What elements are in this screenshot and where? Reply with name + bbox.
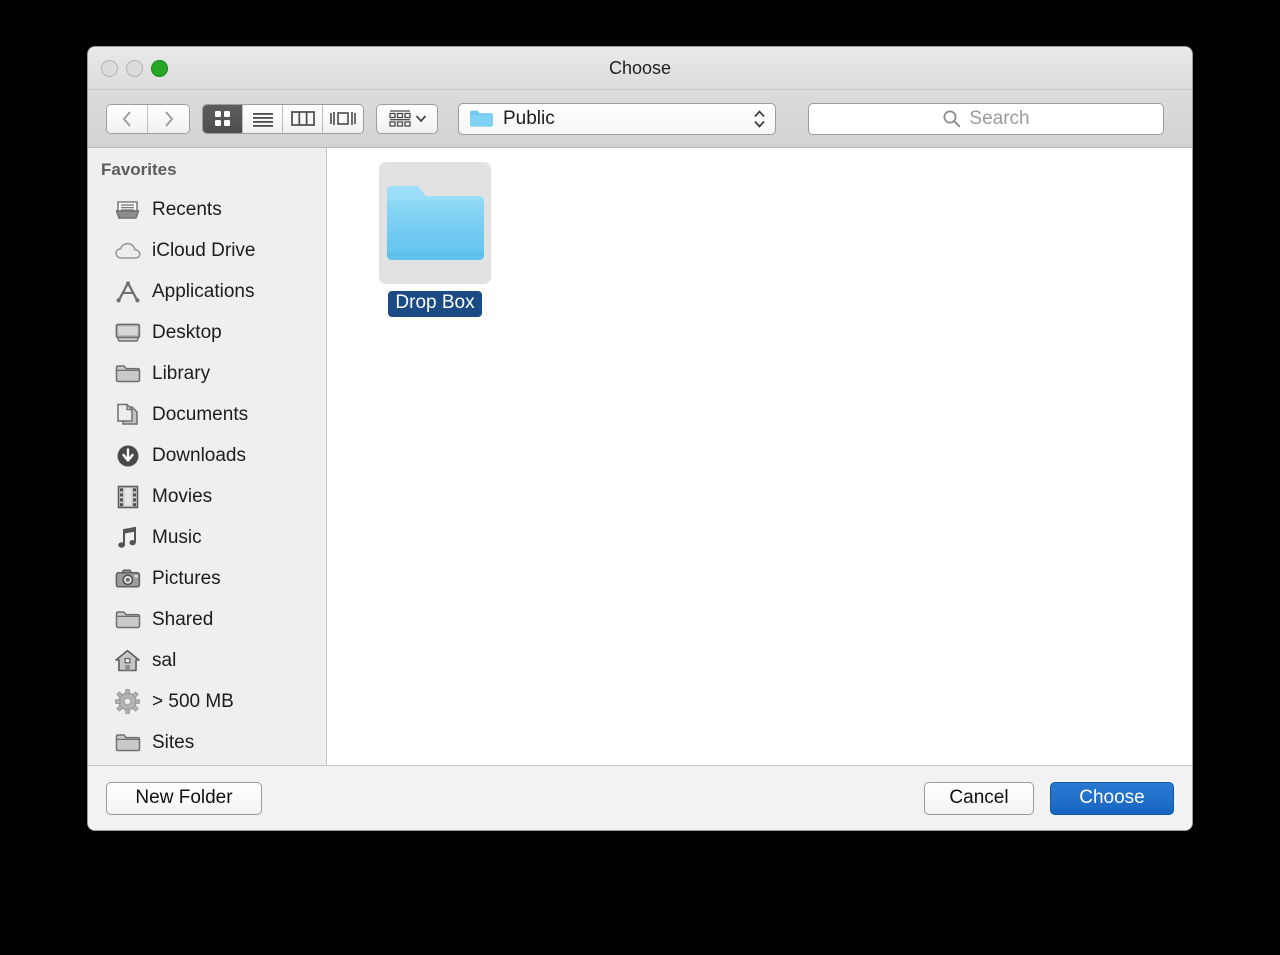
applications-icon bbox=[114, 279, 141, 304]
list-view-button[interactable] bbox=[243, 104, 283, 133]
sidebar-item-label: Movies bbox=[152, 485, 213, 507]
sidebar-item-label: Music bbox=[152, 526, 202, 548]
sidebar-item-label: Documents bbox=[152, 403, 249, 425]
new-folder-button[interactable]: New Folder bbox=[106, 781, 262, 815]
sidebar-item-label: Library bbox=[152, 362, 211, 384]
sidebar-item-icloud-drive[interactable]: iCloud Drive bbox=[88, 230, 326, 271]
file-item-label: Drop Box bbox=[388, 291, 482, 317]
sidebar-item-music[interactable]: Music bbox=[88, 517, 326, 558]
sidebar-item-label: iCloud Drive bbox=[152, 239, 256, 261]
chevron-down-icon bbox=[415, 115, 426, 123]
sidebar-item-500mb[interactable]: > 500 MB bbox=[88, 681, 326, 722]
coverflow-view-button[interactable] bbox=[323, 104, 363, 133]
path-popup-button[interactable]: Public bbox=[458, 102, 776, 135]
search-placeholder: Search bbox=[969, 107, 1030, 129]
cloud-icon bbox=[114, 238, 141, 263]
sidebar-item-recents[interactable]: Recents bbox=[88, 189, 326, 230]
sidebar-item-label: Applications bbox=[152, 280, 255, 302]
choose-button[interactable]: Choose bbox=[1050, 781, 1174, 815]
arrange-button[interactable] bbox=[376, 103, 438, 134]
forward-button[interactable] bbox=[148, 104, 189, 133]
sidebar-item-shared[interactable]: Shared bbox=[88, 599, 326, 640]
sidebar-item-label: Sites bbox=[152, 731, 195, 753]
blue-folder-icon bbox=[470, 110, 493, 127]
blue-folder-icon bbox=[386, 186, 484, 260]
window-title: Choose bbox=[608, 58, 672, 78]
sidebar-section-header: Favorites bbox=[101, 160, 177, 179]
sidebar-item-label: > 500 MB bbox=[152, 690, 234, 712]
music-note-icon bbox=[114, 525, 141, 550]
sidebar-item-documents[interactable]: Documents bbox=[88, 394, 326, 435]
titlebar: Choose bbox=[88, 47, 1192, 90]
back-button[interactable] bbox=[107, 104, 148, 133]
sidebar-item-downloads[interactable]: Downloads bbox=[88, 435, 326, 476]
path-popup-label: Public bbox=[503, 107, 555, 129]
recents-tray-icon bbox=[114, 197, 141, 222]
folder-icon bbox=[114, 730, 141, 755]
sidebar: Favorites Recents iCloud Drive Applicati… bbox=[88, 148, 327, 765]
download-circle-icon bbox=[114, 443, 141, 468]
path-stepper-icon bbox=[753, 109, 766, 128]
sidebar-item-applications[interactable]: Applications bbox=[88, 271, 326, 312]
sidebar-item-label: Downloads bbox=[152, 444, 246, 466]
sidebar-item-sites[interactable]: Sites bbox=[88, 722, 326, 763]
sidebar-item-pictures[interactable]: Pictures bbox=[88, 558, 326, 599]
sidebar-item-movies[interactable]: Movies bbox=[88, 476, 326, 517]
gear-icon bbox=[114, 689, 141, 714]
column-view-button[interactable] bbox=[283, 104, 323, 133]
file-item-drop-box[interactable]: Drop Box bbox=[376, 162, 494, 317]
sidebar-item-desktop[interactable]: Desktop bbox=[88, 312, 326, 353]
icon-view-button[interactable] bbox=[203, 104, 243, 133]
sidebar-item-label: Shared bbox=[152, 608, 214, 630]
folder-icon bbox=[114, 607, 141, 632]
file-browser-area[interactable]: Drop Box bbox=[327, 148, 1192, 765]
footer-action-buttons: Cancel Choose bbox=[924, 781, 1174, 815]
film-strip-icon bbox=[114, 484, 141, 509]
sidebar-item-label: Pictures bbox=[152, 567, 221, 589]
search-input[interactable]: Search bbox=[808, 102, 1164, 135]
sidebar-item-label: Desktop bbox=[152, 321, 222, 343]
desktop-monitor-icon bbox=[114, 320, 141, 345]
sidebar-item-sal[interactable]: sal bbox=[88, 640, 326, 681]
folder-icon bbox=[114, 361, 141, 386]
choose-dialog-window: Choose Public Search Favorites Recents i… bbox=[88, 47, 1192, 830]
dialog-body: Favorites Recents iCloud Drive Applicati… bbox=[88, 148, 1192, 765]
sidebar-item-label: Recents bbox=[152, 198, 222, 220]
camera-icon bbox=[114, 566, 141, 591]
navigation-buttons bbox=[106, 103, 190, 134]
toolbar: Public Search bbox=[88, 90, 1192, 148]
dialog-footer: New Folder Cancel Choose bbox=[88, 765, 1192, 830]
documents-pages-icon bbox=[114, 402, 141, 427]
home-house-icon bbox=[114, 648, 141, 673]
search-icon bbox=[943, 110, 961, 128]
sidebar-item-library[interactable]: Library bbox=[88, 353, 326, 394]
file-icon-tile bbox=[379, 162, 491, 284]
view-mode-segmented-control bbox=[202, 103, 364, 134]
sidebar-item-label: sal bbox=[152, 649, 177, 671]
cancel-button[interactable]: Cancel bbox=[924, 781, 1034, 815]
